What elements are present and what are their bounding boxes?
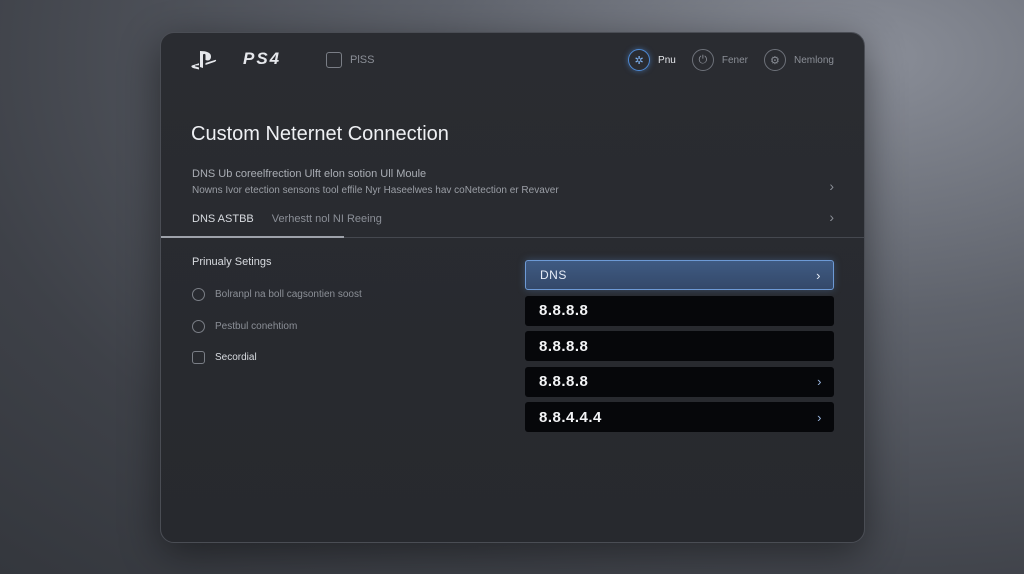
network-icon: ✲ [628,49,651,71]
dns-entry-value: 8.8.8.8 [539,337,589,355]
option-item[interactable]: Pestbul conehtiom [192,320,297,333]
dns-entry-field[interactable]: 8.8.8.8 [525,331,834,361]
dns-entry-value: 8.8.8.8 [539,373,589,390]
nav-settings-button[interactable]: ⚙ Nemlong [763,47,834,73]
radio-icon [192,320,205,333]
chevron-right-icon[interactable]: › [829,209,834,225]
nav-settings-label: Nemlong [793,54,834,66]
dns-entry-value: 8.8.8.8 [539,302,589,319]
checkbox-icon [192,351,205,364]
option-label: Bolranpl na boll cagsontien soost [215,289,362,300]
option-item[interactable]: Secordial [192,351,257,364]
chevron-right-icon: › [816,267,821,283]
chevron-right-icon: › [817,374,822,389]
ps4-logo: PS4 [243,49,282,68]
top-nav: ✲ Pnu ⏻ Fener ⚙ Nemlong [628,47,834,73]
nav-network-button[interactable]: ✲ Pnu [628,47,676,73]
option-label: Pestbul conehtiom [215,321,298,332]
dns-settings-row[interactable]: DNS ASTBB Verhestt nol NI Reeing [192,213,382,225]
tab-indicator [161,236,344,238]
option-label: Secordial [215,352,257,363]
dns-header-button[interactable]: DNS › [525,260,834,290]
settings-icon: ⚙ [763,49,786,71]
description-line-1: DNS Ub coreelfrection Ulft elon sotion U… [192,168,427,180]
top-bar: PS4 PlSS ✲ Pnu ⏻ Fener ⚙ Nemlong [161,33,864,89]
store-button[interactable]: PlSS [326,52,374,68]
store-icon [326,52,342,68]
store-label: PlSS [350,54,375,66]
nav-network-label: Pnu [658,54,676,66]
dns-list: DNS › 8.8.8.8 8.8.8.8 8.8.8.8 › 8.8.4.4.… [525,260,834,438]
dns-entry-value: 8.8.4.4.4 [539,408,602,426]
nav-power-button[interactable]: ⏻ Fener [691,47,748,73]
dns-header-label: DNS [540,268,567,282]
dns-entry-field[interactable]: 8.8.8.8 › [525,366,834,397]
nav-power-label: Fener [721,54,748,66]
chevron-right-icon: › [817,409,822,425]
section-title: Prinualy Setings [192,256,272,268]
option-item[interactable]: Bolranpl na boll cagsontien soost [192,288,362,301]
dns-settings-value: Verhestt nol NI Reeing [271,213,382,225]
chevron-right-icon[interactable]: › [829,178,834,194]
playstation-logo-icon [191,51,217,70]
settings-panel: PS4 PlSS ✲ Pnu ⏻ Fener ⚙ Nemlong Custom … [160,32,865,543]
dns-entry-field[interactable]: 8.8.8.8 [525,295,834,326]
power-icon: ⏻ [691,49,714,71]
page-title: Custom Neternet Connection [191,123,449,145]
radio-icon [192,288,205,301]
dns-settings-label: DNS ASTBB [192,213,254,225]
dns-entry-field[interactable]: 8.8.4.4.4 › [525,402,834,432]
description-line-2: Nowns Ivor etection sensons tool effile … [192,185,559,196]
